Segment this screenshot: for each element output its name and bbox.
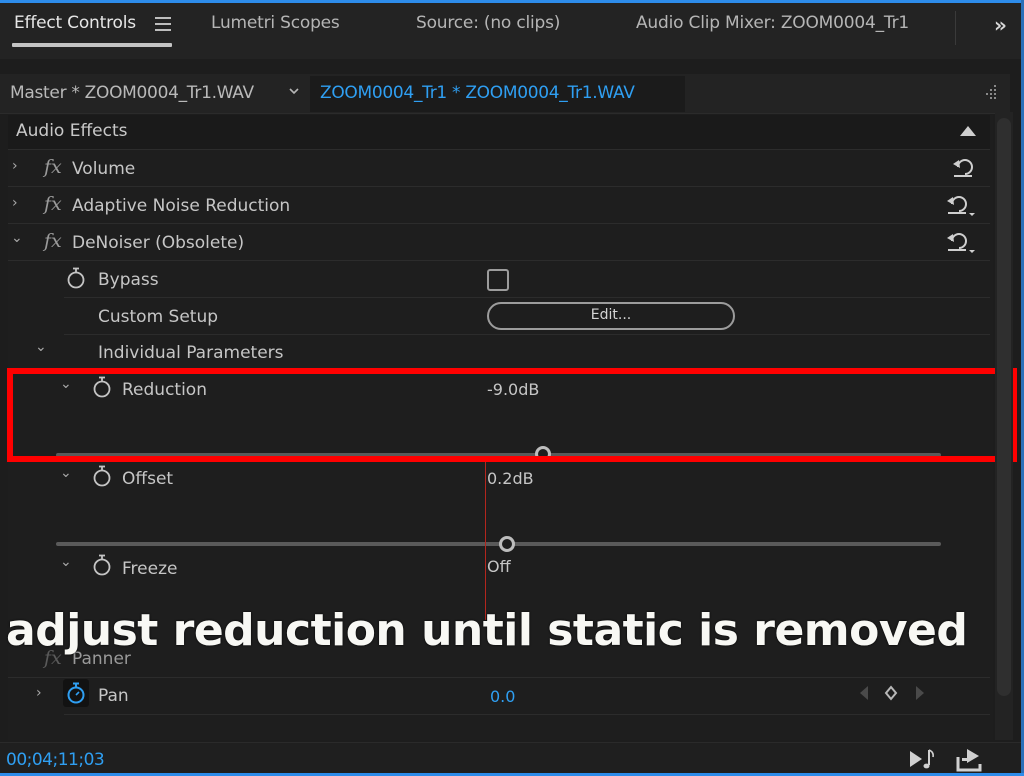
- effect-name: DeNoiser (Obsolete): [72, 233, 245, 253]
- freeze-value[interactable]: Off: [487, 557, 511, 576]
- fx-icon[interactable]: fx: [44, 156, 62, 178]
- previous-keyframe-icon[interactable]: [858, 685, 870, 701]
- pan-stopwatch-button[interactable]: [63, 679, 89, 707]
- reset-dropdown-icon[interactable]: [944, 192, 976, 216]
- effect-name: Volume: [72, 159, 136, 179]
- group-label: Individual Parameters: [98, 343, 284, 363]
- active-clip-label[interactable]: ZOOM0004_Tr1 * ZOOM0004_Tr1.WAV: [320, 83, 635, 103]
- play-audio-icon[interactable]: [908, 747, 936, 771]
- chevron-right-icon[interactable]: ›: [12, 158, 18, 174]
- panel-footer: 00;04;11;03: [0, 742, 1021, 773]
- param-row-freeze: ⌄ Freeze Off: [8, 551, 990, 611]
- clip-selector-bar: Master * ZOOM0004_Tr1.WAV ZOOM0004_Tr1 *…: [0, 74, 1010, 114]
- chevron-down-icon[interactable]: ⌄: [60, 554, 72, 570]
- param-label: Offset: [122, 469, 174, 489]
- offset-value[interactable]: 0.2dB: [487, 469, 534, 488]
- timecode[interactable]: 00;04;11;03: [6, 750, 105, 770]
- stopwatch-icon[interactable]: [66, 267, 86, 289]
- fx-icon[interactable]: fx: [44, 230, 62, 252]
- tab-audio-clip-mixer[interactable]: Audio Clip Mixer: ZOOM0004_Tr1: [636, 13, 909, 33]
- param-label: Pan: [98, 686, 129, 706]
- tab-overflow-icon[interactable]: »: [994, 13, 1007, 37]
- edit-button[interactable]: Edit...: [487, 302, 735, 330]
- playhead-line[interactable]: [485, 460, 486, 620]
- active-tab-indicator: [12, 43, 172, 47]
- stopwatch-icon[interactable]: [92, 465, 112, 487]
- chevron-down-icon[interactable]: ⌄: [60, 465, 72, 481]
- param-label: Custom Setup: [98, 307, 219, 327]
- panel-grip-icon[interactable]: [985, 84, 999, 102]
- chevron-down-icon[interactable]: ⌄: [35, 339, 47, 355]
- chevron-down-icon[interactable]: ⌄: [11, 230, 23, 246]
- master-clip-label[interactable]: Master * ZOOM0004_Tr1.WAV: [10, 83, 254, 103]
- effect-row-adaptive-noise-reduction[interactable]: › fx Adaptive Noise Reduction: [8, 188, 990, 224]
- add-keyframe-icon[interactable]: [883, 685, 899, 701]
- pan-value[interactable]: 0.0: [490, 687, 515, 706]
- reset-dropdown-icon[interactable]: [944, 229, 976, 253]
- param-row-custom-setup: Custom Setup Edit...: [64, 299, 990, 335]
- panel-tab-bar: Effect Controls Lumetri Scopes Source: (…: [0, 3, 1021, 59]
- param-label: Bypass: [98, 270, 159, 290]
- param-row-pan: › Pan 0.0: [36, 679, 990, 715]
- stopwatch-icon[interactable]: [92, 554, 112, 576]
- param-group-individual-parameters[interactable]: ⌄ Individual Parameters: [8, 336, 990, 370]
- tab-effect-controls[interactable]: Effect Controls: [14, 13, 136, 33]
- tab-divider: [955, 11, 956, 45]
- tutorial-caption: adjust reduction until static is removed: [6, 605, 968, 656]
- param-row-bypass: Bypass: [64, 262, 990, 298]
- highlight-annotation-box: [7, 368, 1017, 462]
- chevron-right-icon[interactable]: ›: [12, 195, 18, 211]
- tab-source[interactable]: Source: (no clips): [416, 13, 560, 33]
- effect-name: Adaptive Noise Reduction: [72, 196, 291, 216]
- export-icon[interactable]: [955, 747, 983, 773]
- tab-lumetri-scopes[interactable]: Lumetri Scopes: [211, 13, 340, 33]
- scrollbar-thumb[interactable]: [997, 118, 1011, 696]
- panel-menu-icon[interactable]: [155, 17, 171, 31]
- empty-row: [8, 716, 990, 740]
- param-label: Freeze: [122, 559, 178, 579]
- reset-icon[interactable]: [950, 155, 976, 179]
- chevron-down-icon[interactable]: [289, 86, 299, 96]
- bypass-checkbox[interactable]: [487, 269, 509, 291]
- effect-row-volume[interactable]: › fx Volume: [8, 151, 990, 187]
- collapse-up-icon[interactable]: [960, 126, 976, 136]
- vertical-scrollbar[interactable]: [995, 112, 1013, 740]
- fx-icon[interactable]: fx: [44, 193, 62, 215]
- offset-slider-thumb[interactable]: [499, 536, 516, 552]
- next-keyframe-icon[interactable]: [914, 685, 926, 701]
- stopwatch-active-icon: [67, 682, 85, 704]
- audio-effects-header: Audio Effects: [8, 115, 990, 150]
- section-title: Audio Effects: [16, 121, 128, 141]
- chevron-right-icon[interactable]: ›: [36, 685, 42, 701]
- effect-row-denoiser[interactable]: ⌄ fx DeNoiser (Obsolete): [8, 225, 990, 261]
- param-row-offset: ⌄ Offset 0.2dB: [8, 462, 990, 552]
